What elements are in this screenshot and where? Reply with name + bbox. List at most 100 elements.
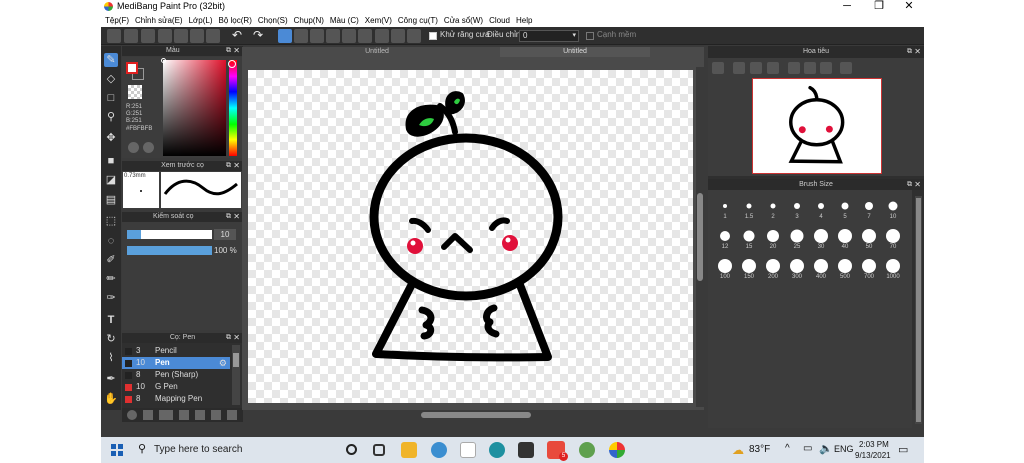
brush-list-scroll-thumb[interactable] [233, 353, 239, 367]
transparent-color-icon[interactable] [128, 85, 142, 99]
brush-size-option[interactable]: 12 [714, 228, 736, 250]
pin-icon[interactable]: ⧉ [907, 179, 912, 190]
brush-size-option[interactable]: 20 [762, 228, 784, 250]
menu-file[interactable]: Tệp(F) [105, 16, 135, 25]
eyedropper-icon[interactable]: ⌇ [104, 351, 118, 365]
brush-size-option[interactable]: 70 [882, 228, 904, 250]
correction-select[interactable]: 0 ▾ [519, 30, 579, 42]
menu-color[interactable]: Màu (C) [330, 16, 365, 25]
import-icon[interactable] [124, 29, 138, 43]
fg-bg-swatch[interactable] [126, 62, 144, 80]
hue-slider[interactable] [228, 60, 237, 156]
brush-size-option[interactable]: 50 [858, 228, 880, 250]
menu-snap[interactable]: Chụp(N) [294, 16, 330, 25]
brush-settings-icon[interactable] [179, 410, 189, 420]
close-icon[interactable]: ✕ [233, 161, 240, 171]
notification-icon[interactable]: ▭ [898, 443, 908, 456]
size-value[interactable]: 10 [214, 229, 236, 240]
new-brush-icon[interactable] [143, 410, 153, 420]
gmail-icon[interactable] [460, 442, 476, 458]
gear-icon[interactable]: ⚙ [219, 357, 227, 369]
menu-tools[interactable]: Công cụ(T) [398, 16, 444, 25]
temperature[interactable]: 83°F [749, 444, 770, 455]
minimize-button[interactable]: ─ [833, 0, 861, 13]
brush-size-option[interactable]: 400 [810, 258, 832, 280]
taskbar-search[interactable]: ⚲ Type here to search [134, 440, 334, 460]
h-scroll-thumb[interactable] [421, 412, 531, 418]
fill-select-icon[interactable] [310, 29, 324, 43]
medibang-paint-icon[interactable] [609, 442, 625, 458]
windows-start-icon[interactable] [111, 444, 123, 456]
folder-icon[interactable] [195, 410, 205, 420]
edge-checkbox[interactable] [586, 32, 594, 40]
brush-size-option[interactable]: 300 [786, 258, 808, 280]
brush-list-scrollbar[interactable] [232, 345, 240, 405]
v-scroll-thumb[interactable] [697, 193, 703, 281]
close-icon[interactable]: ✕ [233, 212, 240, 222]
brush-size-option[interactable]: 4 [810, 198, 832, 220]
brush-item-pencil[interactable]: 3 Pencil [122, 345, 230, 357]
size-slider[interactable] [127, 230, 212, 239]
brush-size-option[interactable]: 7 [858, 198, 880, 220]
table-icon[interactable] [206, 29, 220, 43]
cortana-icon[interactable] [346, 444, 357, 455]
brush-size-option[interactable]: 3 [786, 198, 808, 220]
rect-select-icon[interactable] [294, 29, 308, 43]
brush-size-option[interactable]: 5 [834, 198, 856, 220]
language-indicator[interactable]: ENG [834, 444, 854, 454]
zoom-out-icon[interactable] [767, 62, 779, 74]
menu-select[interactable]: Chọn(S) [258, 16, 294, 25]
rotate-right-icon[interactable] [820, 62, 832, 74]
close-button[interactable]: ✕ [895, 0, 923, 13]
brush-tool-icon[interactable]: ✎ [104, 53, 118, 67]
hue-slider-thumb[interactable] [228, 60, 236, 68]
maximize-button[interactable]: ❐ [865, 0, 893, 13]
chevron-up-icon[interactable]: ^ [785, 443, 790, 454]
network-icon[interactable]: ▭ [803, 443, 812, 454]
brush-size-option[interactable]: 100 [714, 258, 736, 280]
zoom-in-icon[interactable] [733, 62, 745, 74]
brush-size-option[interactable]: 2 [762, 198, 784, 220]
hand-tool-icon[interactable]: ✋ [104, 392, 118, 406]
menu-cloud[interactable]: Cloud [489, 16, 516, 25]
brush-size-option[interactable]: 40 [834, 228, 856, 250]
clock-time[interactable]: 2:03 PM [859, 440, 889, 449]
pen-tool-icon[interactable]: ✒ [104, 372, 118, 386]
fg-color-swatch[interactable] [126, 62, 138, 74]
brush-item-g-pen[interactable]: 10 G Pen [122, 381, 230, 393]
doc-tab-1[interactable]: Untitled [337, 47, 417, 57]
crop-icon[interactable] [375, 29, 389, 43]
brush-item-mapping-pen[interactable]: 8 Mapping Pen [122, 393, 230, 405]
brush-size-option[interactable]: 15 [738, 228, 760, 250]
comic-bubble-icon[interactable] [158, 29, 172, 43]
pin-icon[interactable]: ⧉ [226, 212, 231, 222]
cloud-icon[interactable] [107, 29, 121, 43]
medibang-taskbar-icon[interactable]: 5 [547, 441, 568, 461]
brush-size-option[interactable]: 150 [738, 258, 760, 280]
canvas-h-scrollbar[interactable] [246, 411, 702, 419]
trash-icon[interactable] [227, 410, 237, 420]
ie-browser-icon[interactable] [431, 442, 447, 458]
speech-bubble-icon[interactable] [141, 29, 155, 43]
brush-size-option[interactable]: 500 [834, 258, 856, 280]
brush-size-option[interactable]: 30 [810, 228, 832, 250]
transform-icon[interactable] [342, 29, 356, 43]
close-icon[interactable]: ✕ [914, 46, 921, 58]
brush-size-scroll-thumb[interactable] [916, 198, 921, 422]
color-history-icon[interactable] [143, 142, 154, 153]
edge-icon[interactable] [489, 442, 505, 458]
select-eraser-icon[interactable]: ✏ [104, 272, 118, 286]
navigator-preview[interactable] [752, 78, 882, 174]
menu-filter[interactable]: Bộ lọc(R) [219, 16, 258, 25]
add-brush-icon[interactable] [159, 410, 173, 420]
panel-icon[interactable] [174, 29, 188, 43]
magic-wand-icon[interactable]: ⚲ [104, 110, 118, 124]
menu-layer[interactable]: Lớp(L) [189, 16, 219, 25]
invert-select-icon[interactable] [326, 29, 340, 43]
snap-icon[interactable] [391, 29, 405, 43]
app-icon-green[interactable] [579, 442, 595, 458]
pin-icon[interactable]: ⧉ [226, 161, 231, 171]
saturation-value-picker[interactable] [161, 58, 226, 156]
fill-tool-icon[interactable]: ✑ [104, 291, 118, 305]
canvas-v-scrollbar[interactable] [696, 67, 704, 407]
